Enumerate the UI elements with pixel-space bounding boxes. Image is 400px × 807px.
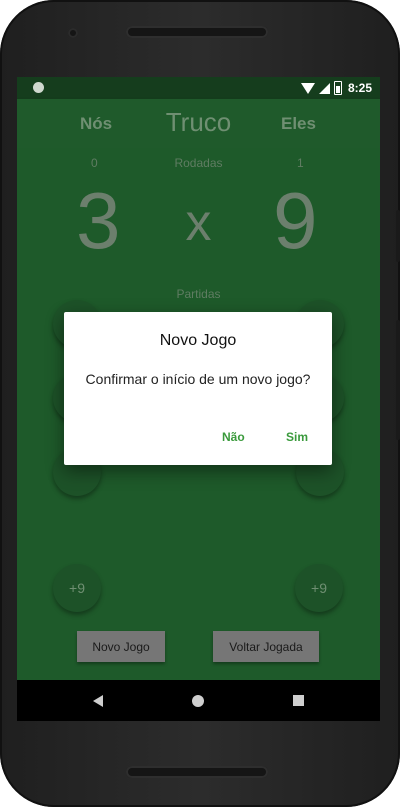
battery-icon [333, 81, 342, 95]
add-nine-us-button[interactable]: +9 [53, 564, 101, 612]
navigation-bar [17, 680, 380, 721]
new-game-button[interactable]: Novo Jogo [77, 631, 165, 662]
score-separator: x [185, 194, 212, 252]
phone-frame: 8:25 Nós Truco Eles 0 Rodadas 1 3 x 9 Pa… [0, 0, 400, 807]
volume-button [396, 210, 400, 262]
status-bar: 8:25 [17, 77, 380, 99]
points-them: 9 [273, 176, 318, 265]
status-time: 8:25 [347, 81, 372, 95]
team-them-label: Eles [281, 114, 316, 133]
front-camera [68, 28, 78, 38]
app-title: Truco [165, 107, 232, 137]
status-icons: 8:25 [300, 80, 372, 96]
matches-label: Partidas [176, 287, 221, 301]
new-game-dialog: Novo Jogo Confirmar o início de um novo … [64, 312, 332, 465]
app-bar: Nós Truco Eles [17, 99, 380, 148]
home-icon[interactable] [192, 695, 204, 707]
signal-icon [318, 82, 330, 94]
bottom-speaker [126, 766, 268, 778]
dialog-message: Confirmar o início de um novo jogo? [85, 371, 311, 387]
rounds-them: 1 [297, 156, 304, 170]
back-icon[interactable] [93, 695, 103, 707]
add-nine-them-button[interactable]: +9 [295, 564, 343, 612]
top-speaker [126, 26, 268, 38]
dialog-no-button[interactable]: Não [222, 430, 245, 444]
notification-icon [33, 82, 44, 93]
dialog-title: Novo Jogo [159, 332, 237, 349]
wifi-icon [300, 82, 315, 94]
power-button [396, 320, 400, 440]
dialog-yes-button[interactable]: Sim [286, 430, 308, 444]
rounds-label: Rodadas [174, 156, 223, 170]
undo-move-button[interactable]: Voltar Jogada [213, 631, 319, 662]
device-screen: 8:25 Nós Truco Eles 0 Rodadas 1 3 x 9 Pa… [17, 77, 380, 721]
recent-apps-icon[interactable] [293, 695, 304, 706]
